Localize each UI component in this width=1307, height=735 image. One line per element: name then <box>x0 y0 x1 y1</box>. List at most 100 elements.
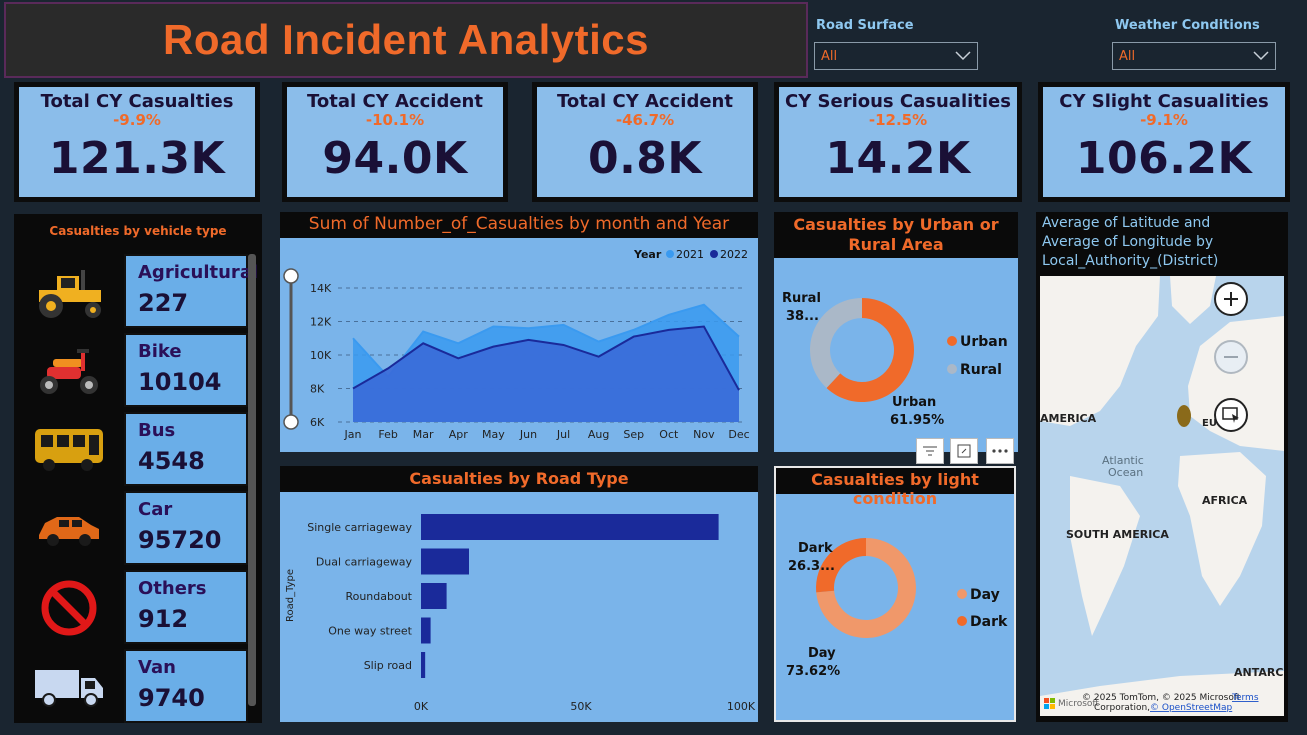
x-tick-label: Mar <box>413 428 434 441</box>
kpi-change: -9.1% <box>1140 111 1188 129</box>
urban-title-line1: Casualties by Urban or <box>793 215 999 234</box>
minus-icon <box>1224 356 1238 358</box>
light-chart-title: Casualties by light condition <box>776 468 1014 508</box>
label-south-america: SOUTH AMERICA <box>1066 528 1169 541</box>
more-options-icon[interactable] <box>986 438 1014 464</box>
zoom-out-button[interactable] <box>1214 340 1248 374</box>
weather-dropdown[interactable]: All <box>1112 42 1276 70</box>
legend-day: Day <box>970 587 1000 603</box>
filter-icon[interactable] <box>916 438 944 464</box>
legend-dark: Dark <box>970 614 1008 630</box>
legend-dot-day <box>957 589 967 599</box>
vehicle-card: Bus 4548 <box>124 412 248 486</box>
zoom-in-button[interactable] <box>1214 282 1248 316</box>
focus-mode-icon[interactable] <box>950 438 978 464</box>
dark-value: 26.3... <box>788 559 835 574</box>
y-tick-label: 6K <box>310 416 325 429</box>
road-surface-dropdown[interactable]: All <box>814 42 978 70</box>
road-type-panel[interactable]: Casualties by Road Type Road_Type Single… <box>280 466 758 722</box>
vehicle-row-others[interactable]: Others 912 <box>14 570 262 648</box>
kpi-change: -12.5% <box>868 111 928 129</box>
legend-dot-urban <box>947 336 957 346</box>
map-panel[interactable]: Average of Latitude and Average of Longi… <box>1036 212 1288 722</box>
vehicle-name: Van <box>138 657 176 678</box>
x-tick-label: Jun <box>519 428 537 441</box>
map-title-line2: Average of Longitude by <box>1042 234 1214 250</box>
vehicle-card: Van 9740 <box>124 649 248 723</box>
map-title-line1: Average of Latitude and <box>1042 215 1211 231</box>
label-africa: AFRICA <box>1202 494 1248 507</box>
vehicle-row-agricultural[interactable]: Agricultural 227 <box>14 254 262 332</box>
area-chart-panel[interactable]: Sum of Number_of_Casualties by month and… <box>280 212 758 452</box>
kpi-card-total-accident-2[interactable]: Total CY Accident -46.7% 0.8K <box>532 82 758 202</box>
kpi-card-serious[interactable]: CY Serious Casualities -12.5% 14.2K <box>774 82 1022 202</box>
category-label: One way street <box>328 625 412 638</box>
map-title: Average of Latitude and Average of Longi… <box>1036 212 1288 274</box>
select-button[interactable] <box>1214 398 1248 432</box>
x-tick-label: Dec <box>728 428 749 441</box>
kpi-card-slight[interactable]: CY Slight Casualities -9.1% 106.2K <box>1038 82 1290 202</box>
vehicle-card: Bike 10104 <box>124 333 248 407</box>
map-canvas[interactable]: AMERICA EU Atlantic Ocean AFRICA SOUTH A… <box>1040 276 1284 716</box>
day-label: Day <box>808 646 836 661</box>
road-surface-value: All <box>821 48 838 64</box>
day-value: 73.62% <box>786 664 840 679</box>
vehicle-row-bike[interactable]: Bike 10104 <box>14 333 262 411</box>
bus-icon <box>24 420 114 480</box>
vehicle-value: 912 <box>138 605 189 633</box>
vehicle-card: Car 95720 <box>124 491 248 565</box>
vehicle-type-panel[interactable]: Casualties by vehicle type Agricultural … <box>14 214 262 723</box>
legend-title: Year <box>633 248 662 261</box>
chevron-down-icon <box>1253 51 1269 61</box>
area-chart-title: Sum of Number_of_Casualties by month and… <box>280 212 758 238</box>
x-tick-label: Jan <box>344 428 362 441</box>
label-antarc: ANTARC <box>1234 666 1283 679</box>
legend-dot-dark <box>957 616 967 626</box>
bar <box>421 617 431 644</box>
car-icon <box>24 499 114 559</box>
legend-dot <box>666 250 674 258</box>
urban-rural-panel[interactable]: Casualties by Urban or Rural Area Rural … <box>774 212 1018 452</box>
vehicle-panel-scrollbar[interactable] <box>248 254 256 706</box>
kpi-change: -46.7% <box>615 111 675 129</box>
kpi-title: CY Slight Casualities <box>1059 91 1269 112</box>
vehicle-name: Agricultural <box>138 262 259 283</box>
x-tick-label: Aug <box>588 428 609 441</box>
vehicle-value: 9740 <box>138 684 205 712</box>
x-tick-label: Jul <box>556 428 570 441</box>
map-title-line3: Local_Authority_(District) <box>1042 253 1219 269</box>
kpi-change: -10.1% <box>365 111 425 129</box>
chevron-down-icon <box>955 51 971 61</box>
vehicle-name: Car <box>138 499 173 520</box>
urban-chart-title: Casualties by Urban or Rural Area <box>774 212 1018 258</box>
van-icon <box>24 657 114 717</box>
vehicle-row-van[interactable]: Van 9740 <box>14 649 262 727</box>
map-data-point <box>1177 405 1191 427</box>
kpi-title: Total CY Accident <box>307 91 483 112</box>
kpi-value: 0.8K <box>587 133 703 184</box>
vehicle-panel-title: Casualties by vehicle type <box>49 224 227 238</box>
kpi-card-total-casualties[interactable]: Total CY Casualties -9.9% 121.3K <box>14 82 260 202</box>
road-bar-chart: Road_Type Single carriageway Dual carriag… <box>285 514 756 713</box>
vehicle-value: 227 <box>138 289 189 317</box>
vehicle-name: Others <box>138 578 207 599</box>
vehicle-row-bus[interactable]: Bus 4548 <box>14 412 262 490</box>
y-tick-label: 10K <box>310 349 332 362</box>
x-tick-label: Nov <box>693 428 715 441</box>
bar <box>421 583 447 609</box>
urban-label: Urban <box>892 395 936 410</box>
plus-icon <box>1224 292 1238 306</box>
light-condition-panel[interactable]: Casualties by light condition Dark 26.3.… <box>774 466 1016 722</box>
legend-rural: Rural <box>960 362 1002 378</box>
kpi-card-total-accident[interactable]: Total CY Accident -10.1% 94.0K <box>282 82 508 202</box>
rural-label: Rural <box>782 291 821 306</box>
category-label: Slip road <box>364 659 412 672</box>
category-label: Dual carriageway <box>316 556 413 569</box>
x-tick-label: May <box>482 428 505 441</box>
kpi-value: 14.2K <box>825 133 971 184</box>
vehicle-card: Others 912 <box>124 570 248 644</box>
road-surface-label: Road Surface <box>816 18 914 33</box>
y-tick-label: 8K <box>310 383 325 396</box>
y-axis-title: Road_Type <box>285 569 296 622</box>
vehicle-row-car[interactable]: Car 95720 <box>14 491 262 569</box>
